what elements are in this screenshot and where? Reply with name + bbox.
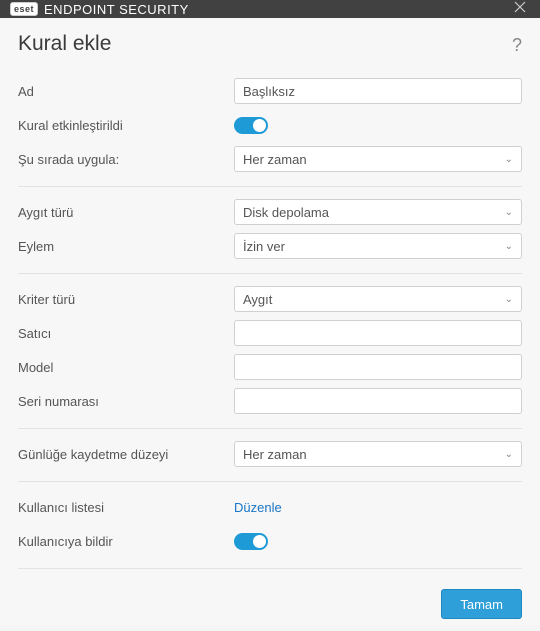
vendor-input[interactable] xyxy=(234,320,522,346)
name-input[interactable] xyxy=(234,78,522,104)
criteria-type-value: Aygıt xyxy=(243,292,272,307)
content: Kural ekle ? Ad Kural etkinleştirildi Şu… xyxy=(0,18,540,631)
notify-user-toggle[interactable] xyxy=(234,533,268,550)
footer: Tamam xyxy=(18,579,522,619)
divider xyxy=(18,481,522,482)
log-level-select[interactable]: Her zaman ⌄ xyxy=(234,441,522,467)
rule-enabled-label: Kural etkinleştirildi xyxy=(18,118,234,133)
criteria-type-select[interactable]: Aygıt ⌄ xyxy=(234,286,522,312)
device-type-label: Aygıt türü xyxy=(18,205,234,220)
serial-input[interactable] xyxy=(234,388,522,414)
chevron-down-icon: ⌄ xyxy=(505,294,513,305)
brand: eset ENDPOINT SECURITY xyxy=(10,2,189,17)
titlebar: eset ENDPOINT SECURITY xyxy=(0,0,540,18)
vendor-label: Satıcı xyxy=(18,326,234,341)
device-type-value: Disk depolama xyxy=(243,205,329,220)
model-label: Model xyxy=(18,360,234,375)
criteria-type-label: Kriter türü xyxy=(18,292,234,307)
log-level-value: Her zaman xyxy=(243,447,307,462)
brand-badge: eset xyxy=(10,2,38,16)
page-title: Kural ekle xyxy=(18,32,512,56)
apply-during-value: Her zaman xyxy=(243,152,307,167)
close-icon[interactable] xyxy=(510,0,530,18)
brand-text: ENDPOINT SECURITY xyxy=(44,2,189,17)
action-label: Eylem xyxy=(18,239,234,254)
help-icon[interactable]: ? xyxy=(512,35,522,56)
notify-user-label: Kullanıcıya bildir xyxy=(18,534,234,549)
chevron-down-icon: ⌄ xyxy=(505,241,513,252)
model-input[interactable] xyxy=(234,354,522,380)
chevron-down-icon: ⌄ xyxy=(505,449,513,460)
user-list-label: Kullanıcı listesi xyxy=(18,500,234,515)
divider xyxy=(18,186,522,187)
log-level-label: Günlüğe kaydetme düzeyi xyxy=(18,447,234,462)
ok-button[interactable]: Tamam xyxy=(441,589,522,619)
divider xyxy=(18,273,522,274)
rule-enabled-toggle[interactable] xyxy=(234,117,268,134)
chevron-down-icon: ⌄ xyxy=(505,154,513,165)
apply-during-label: Şu sırada uygula: xyxy=(18,152,234,167)
serial-label: Seri numarası xyxy=(18,394,234,409)
apply-during-select[interactable]: Her zaman ⌄ xyxy=(234,146,522,172)
action-select[interactable]: İzin ver ⌄ xyxy=(234,233,522,259)
name-label: Ad xyxy=(18,84,234,99)
action-value: İzin ver xyxy=(243,239,285,254)
edit-user-list-link[interactable]: Düzenle xyxy=(234,500,282,515)
header: Kural ekle ? xyxy=(18,28,522,62)
device-type-select[interactable]: Disk depolama ⌄ xyxy=(234,199,522,225)
dialog-window: eset ENDPOINT SECURITY Kural ekle ? Ad K… xyxy=(0,0,540,625)
divider xyxy=(18,428,522,429)
divider xyxy=(18,568,522,569)
chevron-down-icon: ⌄ xyxy=(505,207,513,218)
